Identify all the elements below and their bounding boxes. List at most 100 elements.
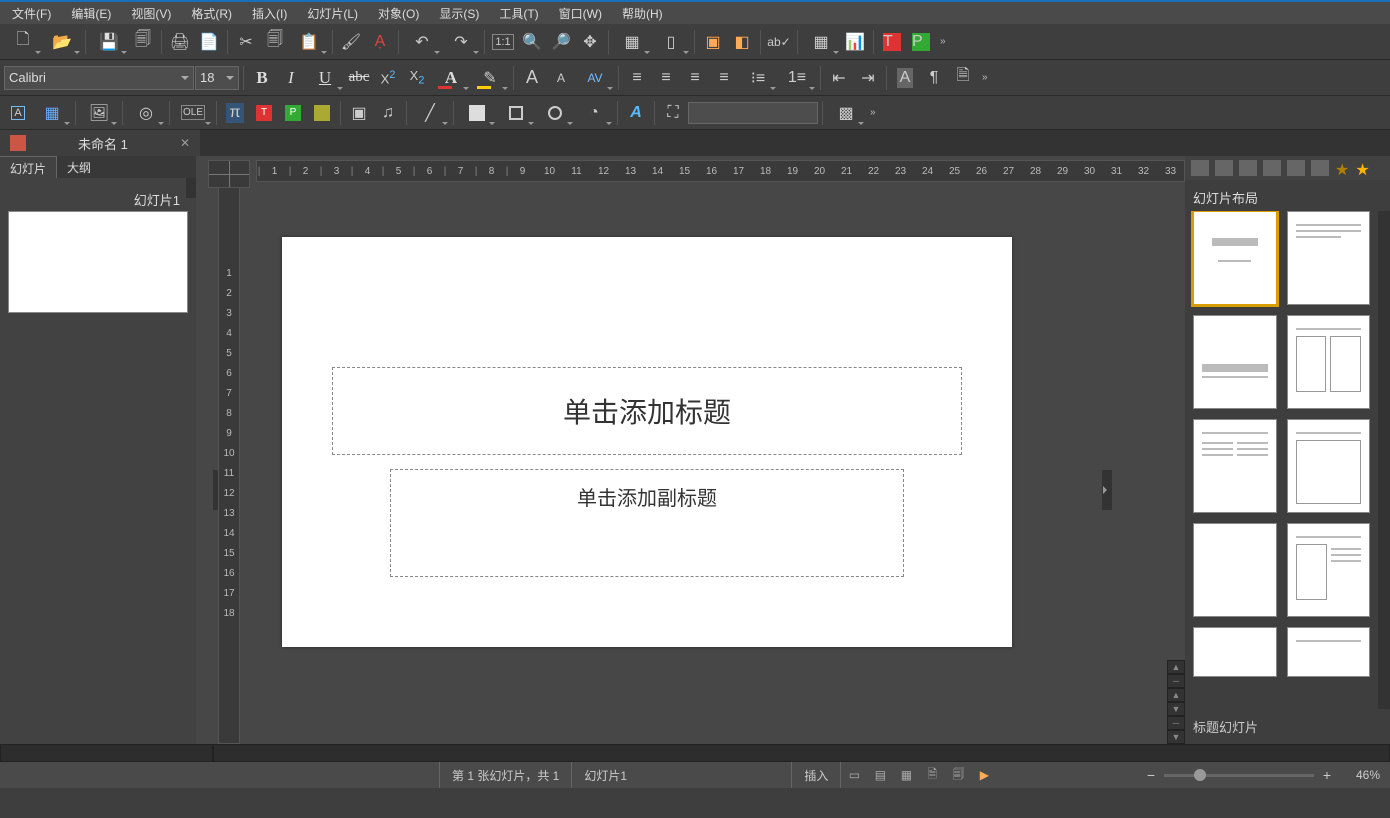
align-left-button[interactable]: ≡ [623, 64, 651, 92]
vertical-ruler[interactable]: 123456789101112131415161718 [218, 182, 240, 744]
increase-font-button[interactable]: A [518, 64, 546, 92]
text-color-red-button[interactable]: T [878, 28, 906, 56]
menu-edit[interactable]: 编辑(E) [61, 3, 121, 24]
format-toolbar-overflow-icon[interactable]: » [978, 72, 992, 83]
view-present-icon[interactable]: ▶ [973, 766, 995, 784]
zoom-fit-button[interactable]: 🔍 [518, 28, 546, 56]
superscript-button[interactable]: X2 [374, 64, 402, 92]
outdent-button[interactable]: ⇤ [825, 64, 853, 92]
zoom-100-button[interactable]: 1:1 [489, 28, 517, 56]
insert-frame-button[interactable]: ▣ [345, 99, 373, 127]
layout-title-only[interactable] [1287, 419, 1371, 513]
align-justify-button[interactable]: ≡ [710, 64, 738, 92]
rect-outline-button[interactable] [497, 99, 535, 127]
view-notes-icon[interactable]: 🗎 [921, 766, 943, 784]
status-insert-mode[interactable]: 插入 [792, 762, 841, 788]
redo-button[interactable]: ↷ [442, 28, 480, 56]
layout-two-col[interactable] [1287, 523, 1371, 617]
insert-table-button[interactable]: ▦ [802, 28, 840, 56]
layouts-scrollbar[interactable] [1378, 211, 1390, 709]
panel-navigator-icon[interactable] [1263, 160, 1281, 176]
slideshow-start-button[interactable]: ▣ [699, 28, 727, 56]
layout-extra1[interactable] [1193, 627, 1277, 677]
view-handout-icon[interactable]: 🗐 [947, 766, 969, 784]
layout-title[interactable] [1193, 211, 1277, 305]
prev-slide-icon[interactable]: ▲ [1167, 688, 1185, 702]
layout-title-two[interactable] [1193, 419, 1277, 513]
shapes-button[interactable]: ◔ [575, 99, 613, 127]
insert-chart-button[interactable]: 📊 [841, 28, 869, 56]
text-color-green-button[interactable]: P [907, 28, 935, 56]
layout-content[interactable] [1287, 211, 1371, 305]
menu-display[interactable]: 显示(S) [429, 3, 489, 24]
view-sorter-icon[interactable]: ▦ [895, 766, 917, 784]
zoom-slider[interactable] [1164, 774, 1314, 777]
paste-button[interactable]: 📋 [290, 28, 328, 56]
highlight-button[interactable]: ✎ [471, 64, 509, 92]
scroll-line-up-icon[interactable]: ─ [1167, 674, 1185, 688]
tab-outline[interactable]: 大纲 [57, 156, 101, 178]
page-setup-button[interactable]: 🗎 [949, 64, 977, 92]
spellcheck-button[interactable]: ab✓ [765, 28, 793, 56]
save-button[interactable]: 💾 [90, 28, 128, 56]
ellipse-button[interactable] [536, 99, 574, 127]
insert-formula-button[interactable]: π [221, 99, 249, 127]
insert-ole-button[interactable]: OLE [174, 99, 212, 127]
paragraph-button[interactable]: ¶ [920, 64, 948, 92]
font-size-select[interactable]: 18 [195, 66, 239, 90]
panel-slide-icon[interactable] [1215, 160, 1233, 176]
menu-window[interactable]: 窗口(W) [549, 3, 612, 24]
title-placeholder[interactable]: 单击添加标题 [332, 367, 962, 455]
panel-master-icon[interactable] [1311, 160, 1329, 176]
decrease-font-button[interactable]: A [547, 64, 575, 92]
subtitle-placeholder[interactable]: 单击添加副标题 [390, 469, 904, 577]
slide-canvas[interactable]: 单击添加标题 单击添加副标题 [282, 237, 1012, 647]
panel-transition-icon[interactable]: ★ [1335, 160, 1349, 176]
indent-button[interactable]: ⇥ [854, 64, 882, 92]
panel-shapes-icon[interactable] [1287, 160, 1305, 176]
left-hscroll[interactable] [0, 744, 213, 762]
insert-yellow-button[interactable] [308, 99, 336, 127]
panel-animation-icon[interactable]: ★ [1355, 160, 1369, 176]
guides-button[interactable]: ▯ [652, 28, 690, 56]
align-center-button[interactable]: ≡ [652, 64, 680, 92]
text-direction-button[interactable]: A [891, 64, 919, 92]
insert-green-button[interactable]: P [279, 99, 307, 127]
export-pdf-button[interactable]: 📄 [195, 28, 223, 56]
font-name-select[interactable]: Calibri [4, 66, 194, 90]
toolbar-overflow-icon[interactable]: » [936, 36, 950, 47]
scroll-line-down-icon[interactable]: ─ [1167, 716, 1185, 730]
tab-slides[interactable]: 幻灯片 [0, 156, 57, 178]
slide-canvas-wrap[interactable]: 单击添加标题 单击添加副标题 ▲ ─ ▲ ▼ ─ ▼ [240, 182, 1185, 744]
zoom-value[interactable]: 46% [1340, 768, 1380, 782]
layout-extra2[interactable] [1287, 627, 1371, 677]
insert-toolbar-overflow-icon[interactable]: » [866, 107, 880, 118]
menu-tools[interactable]: 工具(T) [489, 3, 548, 24]
canvas-hscroll[interactable] [213, 744, 1390, 762]
rect-button[interactable] [458, 99, 496, 127]
strikethrough-button[interactable]: abc [345, 64, 373, 92]
fontwork-button[interactable]: A [622, 99, 650, 127]
insert-table2-button[interactable]: ▦ [33, 99, 71, 127]
grid-button[interactable]: ▦ [613, 28, 651, 56]
insert-audio-button[interactable]: ♫ [374, 99, 402, 127]
insert-red-button[interactable]: T [250, 99, 278, 127]
scroll-up-icon[interactable]: ▲ [1167, 660, 1185, 674]
close-tab-icon[interactable]: ✕ [180, 136, 190, 150]
insert-image-button[interactable]: 🖼 [80, 99, 118, 127]
menu-insert[interactable]: 插入(I) [242, 3, 297, 24]
menu-help[interactable]: 帮助(H) [612, 3, 673, 24]
view-normal-icon[interactable]: ▭ [843, 766, 865, 784]
italic-button[interactable]: I [277, 64, 305, 92]
zoom-out-icon[interactable]: − [1144, 767, 1158, 783]
insert-media-button[interactable]: ◎ [127, 99, 165, 127]
panel-properties-icon[interactable] [1191, 160, 1209, 176]
panel-gallery-icon[interactable] [1239, 160, 1257, 176]
bullet-list-button[interactable]: ⁝≡ [739, 64, 777, 92]
print-button[interactable]: 🖨 [166, 28, 194, 56]
menu-slide[interactable]: 幻灯片(L) [297, 3, 368, 24]
menu-file[interactable]: 文件(F) [2, 3, 61, 24]
subscript-button[interactable]: X2 [403, 64, 431, 92]
slideshow-current-button[interactable]: ◧ [728, 28, 756, 56]
document-tab[interactable]: 未命名 1 ✕ [0, 130, 200, 156]
